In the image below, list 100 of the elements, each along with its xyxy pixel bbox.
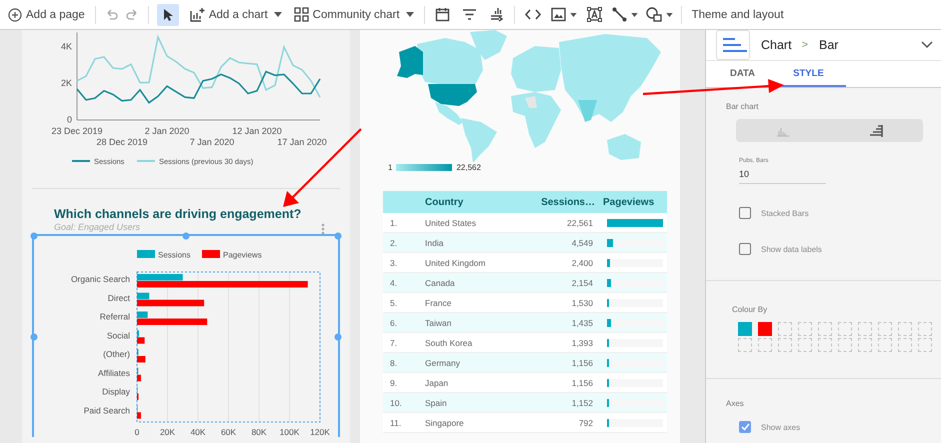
checkbox[interactable]	[739, 207, 751, 219]
add-circle-icon	[8, 8, 22, 22]
axis-label: 40K	[190, 427, 206, 437]
add-page-button[interactable]: Add a page	[6, 6, 87, 24]
table-cell-text: Taiwan	[424, 318, 452, 328]
colour-swatch[interactable]	[738, 338, 752, 352]
pointer-icon	[162, 8, 174, 22]
axis-label: 120K	[310, 427, 330, 437]
colour-swatch[interactable]	[798, 322, 812, 336]
section-label: Colour By	[732, 305, 768, 314]
legend-swatch	[202, 250, 220, 258]
column-header[interactable]: Sessions…	[531, 196, 601, 208]
line-button[interactable]	[612, 7, 638, 22]
resize-handle[interactable]	[30, 232, 38, 240]
resize-handle[interactable]	[334, 333, 342, 340]
column-header[interactable]: Pageviews	[601, 196, 667, 208]
resize-handle[interactable]	[30, 333, 38, 340]
table-cell-text: Spain	[424, 398, 448, 408]
chart-add-icon	[188, 6, 205, 22]
category-label: Organic Search	[70, 274, 130, 284]
colour-swatch[interactable]	[818, 338, 832, 352]
community-chart-button[interactable]: Community chart	[292, 5, 416, 24]
calendar-icon[interactable]	[434, 7, 450, 22]
colour-swatch[interactable]	[838, 338, 852, 352]
table-cell-text: United Kingdom	[424, 258, 486, 268]
image-button[interactable]	[550, 7, 577, 22]
table-cell-text: 1,530	[570, 298, 594, 308]
axis-label: 4K	[60, 41, 72, 52]
table-cell-text: 2,154	[570, 278, 594, 288]
colour-swatch[interactable]	[858, 322, 872, 336]
axis-label: 17 Jan 2020	[277, 137, 327, 147]
checkbox[interactable]	[739, 421, 751, 433]
chart-title: Which channels are driving engagement?	[54, 207, 302, 221]
chevron-down-icon[interactable]	[921, 41, 933, 49]
axis-label: 2K	[60, 78, 72, 88]
bar-chart-icon	[869, 124, 884, 136]
text-box-icon[interactable]	[586, 7, 602, 22]
table-cell-text: United States	[424, 218, 478, 228]
caret-icon	[630, 12, 638, 16]
colour-swatch[interactable]	[858, 338, 872, 352]
bar-chart-frame[interactable]: Sessions Pageviews Organic Search Direct Referral Social (Other) Affiliates Display Paid Search 0 20K 40K 60K 80K 100K 120K	[32, 234, 340, 437]
axis-label: 28 Dec 2019	[96, 137, 148, 147]
row-number: 7.	[389, 338, 398, 348]
colour-swatch[interactable]	[898, 322, 912, 336]
axis-label: 20K	[160, 427, 176, 437]
row-number: 4.	[389, 278, 398, 288]
table-cell-text: India	[424, 238, 444, 248]
table-cell-text: France	[424, 298, 452, 308]
panel-tab[interactable]: DATA	[714, 61, 771, 87]
colour-swatch[interactable]	[918, 322, 932, 336]
category-label: Affiliates	[98, 368, 130, 378]
breadcrumb-item: Chart	[761, 38, 792, 52]
category-label: Paid Search	[84, 405, 130, 416]
colour-swatch[interactable]	[878, 322, 892, 336]
legend-label: Pageviews	[223, 250, 262, 260]
table-cell-text: Germany	[424, 358, 461, 368]
colour-swatch[interactable]	[778, 338, 792, 352]
table-cell-text: Canada	[424, 278, 456, 288]
data-control-icon[interactable]	[488, 7, 504, 22]
row-number: 8.	[389, 358, 398, 368]
axis-label: 0	[66, 114, 72, 124]
colour-swatch[interactable]	[878, 338, 892, 352]
bar-chart-icon[interactable]	[716, 30, 750, 60]
more-icon[interactable]	[321, 223, 325, 235]
checkbox-label: Show axes	[761, 422, 800, 432]
colour-swatch[interactable]	[818, 322, 832, 336]
pointer-button[interactable]	[156, 4, 179, 26]
table-cell-text: 1,435	[570, 318, 594, 328]
table-cell-text: 1,156	[570, 358, 594, 368]
legend-swatch	[137, 250, 155, 258]
colour-swatch[interactable]	[798, 338, 812, 352]
colour-swatch[interactable]	[838, 322, 852, 336]
colour-swatch[interactable]	[738, 322, 752, 336]
caret-icon	[666, 12, 673, 16]
chart-type-label: Bar	[819, 38, 838, 52]
checkbox[interactable]	[739, 243, 751, 255]
caret-icon	[274, 12, 282, 17]
colour-swatch[interactable]	[758, 322, 772, 336]
colour-swatch[interactable]	[758, 338, 772, 352]
row-number: 1.	[389, 218, 398, 228]
row-number: 10.	[389, 398, 403, 408]
shape-button[interactable]	[646, 7, 673, 22]
caret-icon	[406, 12, 414, 17]
theme-layout-button[interactable]: Theme and layout	[690, 6, 786, 22]
colour-swatch[interactable]	[778, 322, 792, 336]
code-icon[interactable]	[524, 7, 541, 22]
section-label: Axes	[726, 399, 745, 408]
colour-swatch[interactable]	[918, 338, 932, 352]
resize-handle[interactable]	[334, 232, 342, 240]
section-label: Bar chart	[726, 102, 760, 111]
add-chart-button[interactable]: Add a chart	[186, 4, 284, 24]
axis-label: 100K	[280, 427, 300, 437]
column-header[interactable]: Country	[423, 196, 531, 208]
chart-subtitle: Goal: Engaged Users	[54, 222, 140, 232]
table-cell-text: South Korea	[424, 338, 474, 348]
color-scale-bar	[396, 164, 452, 171]
filter-icon[interactable]	[462, 7, 477, 22]
resize-handle[interactable]	[182, 232, 190, 240]
category-label: (Other)	[103, 349, 130, 359]
colour-swatch[interactable]	[898, 338, 912, 352]
